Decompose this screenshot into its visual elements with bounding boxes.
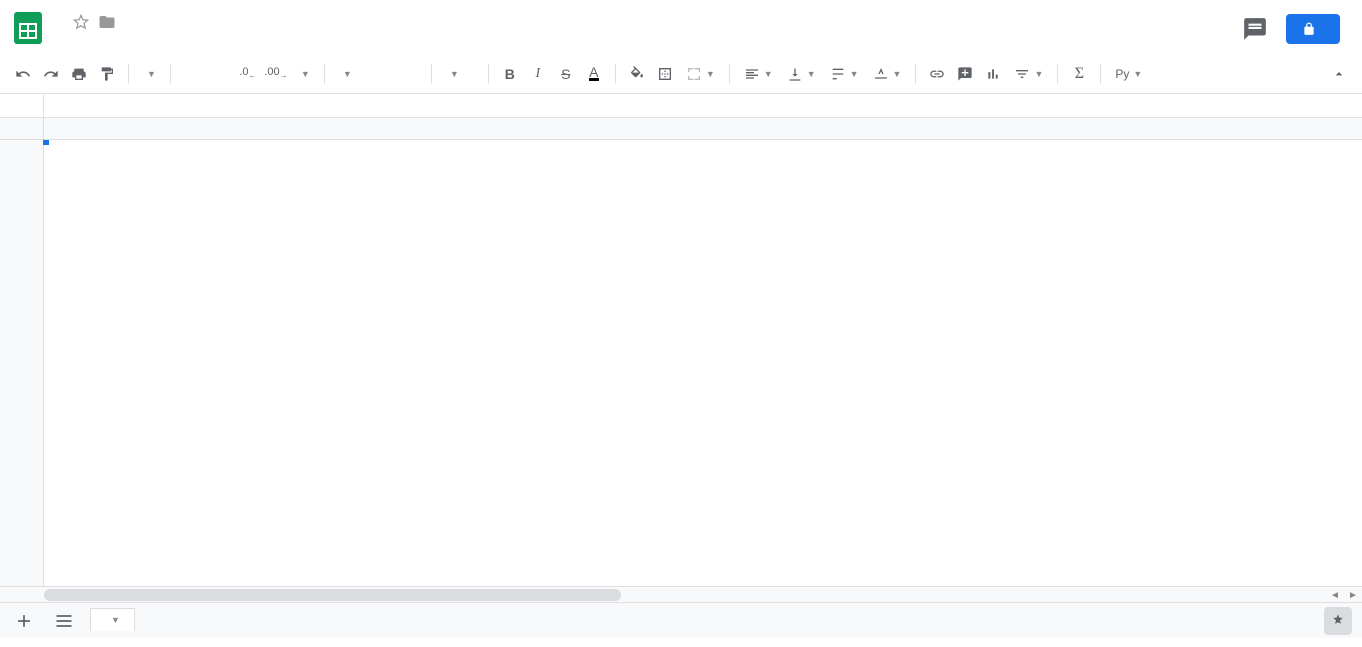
menu-tools[interactable] — [164, 38, 180, 46]
explore-button[interactable] — [1324, 607, 1352, 635]
document-title[interactable] — [56, 20, 64, 24]
borders-button[interactable] — [652, 61, 678, 87]
insert-comment-button[interactable] — [952, 61, 978, 87]
percent-button[interactable] — [207, 61, 233, 87]
sheets-logo[interactable] — [8, 8, 48, 48]
italic-button[interactable]: I — [525, 61, 551, 87]
select-all-corner[interactable] — [0, 118, 44, 139]
all-sheets-button[interactable] — [50, 607, 78, 635]
redo-button[interactable] — [38, 61, 64, 87]
collapse-toolbar-button[interactable] — [1326, 61, 1352, 87]
strikethrough-button[interactable]: S — [553, 61, 579, 87]
filter-button[interactable]: ▼ — [1008, 61, 1049, 87]
toolbar: ▼ .0← .00→ ▼ ▼ ▼ B I S A ▼ ▼ ▼ ▼ ▼ ▼ Σ Р… — [0, 54, 1362, 94]
menu-view[interactable] — [92, 38, 108, 46]
menu-file[interactable] — [56, 38, 72, 46]
share-button[interactable] — [1286, 14, 1340, 44]
formula-bar — [0, 94, 1362, 118]
horizontal-scrollbar[interactable]: ◄ ► — [0, 586, 1362, 602]
paint-format-button[interactable] — [94, 61, 120, 87]
comments-icon[interactable] — [1242, 16, 1268, 42]
print-button[interactable] — [66, 61, 92, 87]
sheet-tab[interactable]: ▼ — [90, 608, 135, 631]
currency-button[interactable] — [179, 61, 205, 87]
merge-cells-button[interactable]: ▼ — [680, 61, 721, 87]
font-select[interactable]: ▼ — [333, 61, 423, 87]
menu-format[interactable] — [128, 38, 144, 46]
horizontal-align-button[interactable]: ▼ — [738, 61, 779, 87]
folder-icon[interactable] — [98, 13, 116, 31]
sheet-tabs-bar: ▼ — [0, 602, 1362, 638]
menu-help[interactable] — [200, 38, 216, 46]
bold-button[interactable]: B — [497, 61, 523, 87]
sheet-tab-menu-icon[interactable]: ▼ — [111, 615, 120, 625]
text-rotation-button[interactable]: ▼ — [867, 61, 908, 87]
decrease-decimal-button[interactable]: .0← — [235, 61, 261, 87]
vertical-align-button[interactable]: ▼ — [781, 61, 822, 87]
selection-handle[interactable] — [43, 140, 49, 145]
text-color-button[interactable]: A — [581, 61, 607, 87]
number-format-select[interactable]: ▼ — [291, 61, 316, 87]
functions-button[interactable]: Σ — [1066, 61, 1092, 87]
menu-data[interactable] — [146, 38, 162, 46]
font-size-select[interactable]: ▼ — [440, 61, 480, 87]
scroll-right-button[interactable]: ► — [1344, 587, 1362, 603]
menu-bar — [56, 38, 1242, 46]
zoom-select[interactable]: ▼ — [137, 61, 162, 87]
menu-insert[interactable] — [110, 38, 126, 46]
undo-button[interactable] — [10, 61, 36, 87]
formula-input[interactable] — [44, 94, 1362, 117]
increase-decimal-button[interactable]: .00→ — [263, 61, 289, 87]
menu-addons[interactable] — [182, 38, 198, 46]
insert-chart-button[interactable] — [980, 61, 1006, 87]
cell-selection — [44, 140, 48, 144]
insert-link-button[interactable] — [924, 61, 950, 87]
menu-edit[interactable] — [74, 38, 90, 46]
text-wrap-button[interactable]: ▼ — [824, 61, 865, 87]
star-icon[interactable] — [72, 13, 90, 31]
lock-icon — [1302, 22, 1316, 36]
add-sheet-button[interactable] — [10, 607, 38, 635]
scroll-left-button[interactable]: ◄ — [1326, 587, 1344, 603]
fill-color-button[interactable] — [624, 61, 650, 87]
input-method-button[interactable]: Ру▼ — [1109, 61, 1148, 87]
fx-label[interactable] — [0, 94, 44, 117]
spreadsheet-grid — [0, 118, 1362, 586]
